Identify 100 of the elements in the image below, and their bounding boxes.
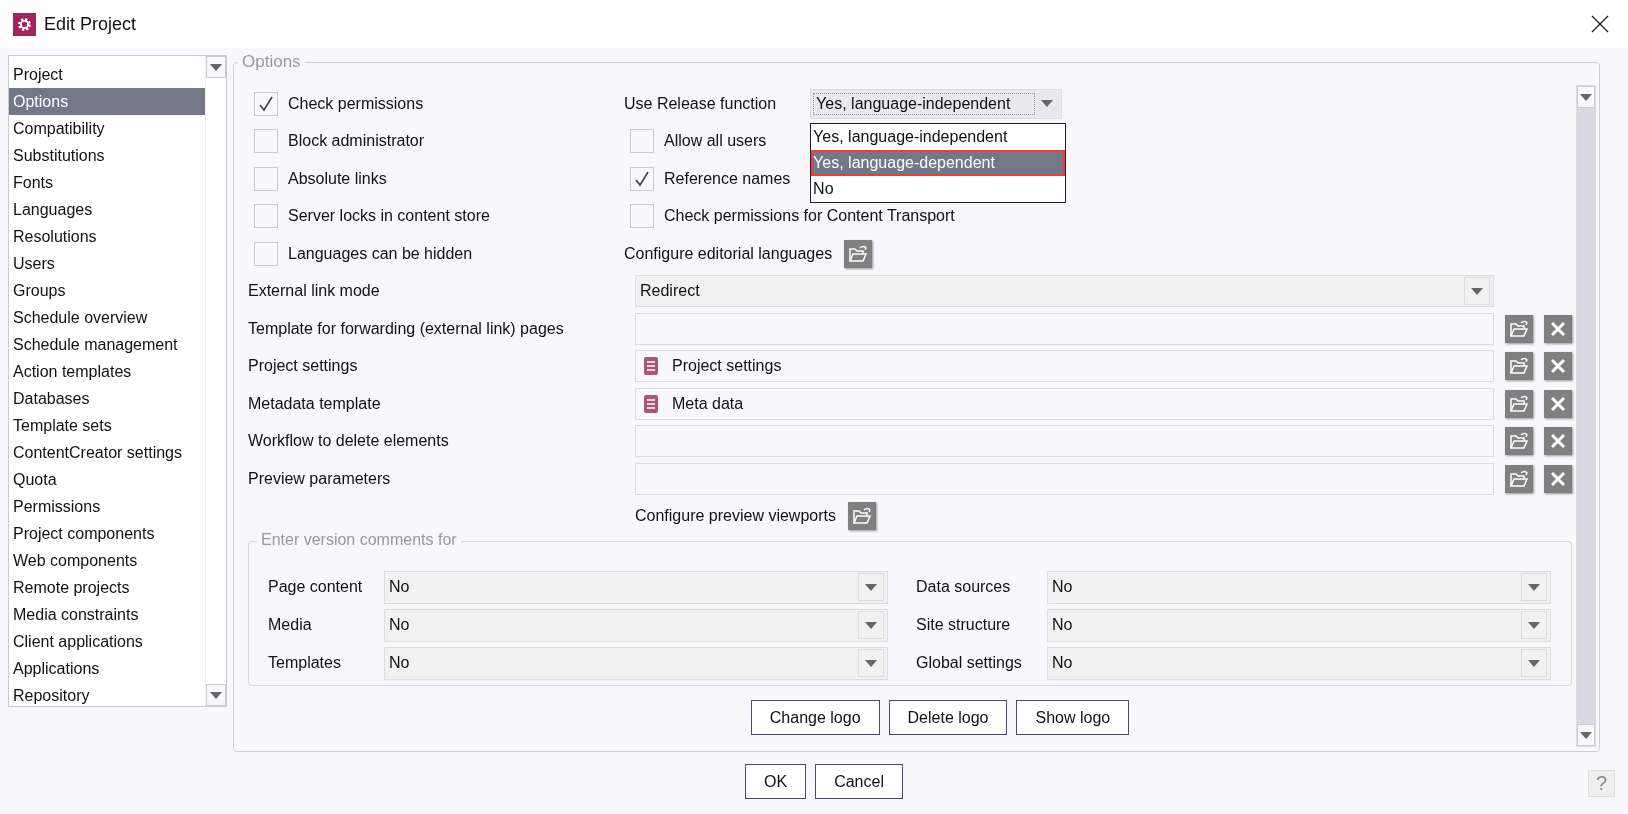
scrollbar[interactable]: [1576, 85, 1596, 747]
input-field[interactable]: Project settings: [635, 350, 1494, 383]
logo-button[interactable]: Show logo: [1016, 700, 1130, 735]
sidebar-item[interactable]: Media constraints: [9, 601, 205, 628]
sidebar-item[interactable]: Repository: [9, 682, 205, 709]
folder-icon: [1509, 394, 1529, 413]
sidebar-item[interactable]: Template sets: [9, 412, 205, 439]
field-value: Meta data: [672, 394, 744, 413]
comment-dropdown[interactable]: No: [1047, 608, 1551, 642]
field-label: Configure editorial languages: [624, 244, 833, 263]
open-button[interactable]: [1505, 427, 1533, 456]
checkbox[interactable]: Check permissions: [248, 90, 430, 117]
sidebar-item[interactable]: Substitutions: [9, 142, 205, 169]
field-label: Media: [268, 616, 313, 634]
caret-icon: [1528, 621, 1540, 629]
clear-button[interactable]: [1544, 352, 1572, 381]
scrollbar[interactable]: [205, 56, 226, 706]
checkbox[interactable]: Allow all users: [624, 128, 773, 155]
clear-button[interactable]: [1544, 464, 1572, 493]
sidebar-item[interactable]: Action templates: [9, 358, 205, 385]
gear-icon: [13, 12, 36, 36]
x-icon: [1550, 395, 1566, 412]
comment-dropdown[interactable]: No: [384, 570, 888, 604]
input-field[interactable]: Meta data: [635, 387, 1494, 420]
sidebar-item[interactable]: Languages: [9, 196, 205, 223]
logo-button[interactable]: Delete logo: [888, 700, 1008, 735]
open-button[interactable]: [1505, 314, 1533, 343]
sidebar-item[interactable]: Applications: [9, 655, 205, 682]
checkbox[interactable]: Check permissions for Content Transport: [624, 203, 961, 230]
sidebar-item[interactable]: Fonts: [9, 169, 205, 196]
open-button[interactable]: [844, 239, 873, 268]
release-dropdown[interactable]: Yes, language-independent: [810, 88, 1063, 119]
dropdown-option[interactable]: Yes, language-independent: [811, 123, 1066, 150]
window-title: Edit Project: [44, 13, 138, 35]
field-label: Preview parameters: [248, 469, 392, 488]
field-label: Metadata template: [248, 394, 382, 413]
comment-dropdown[interactable]: No: [384, 608, 888, 642]
field-value: Project settings: [672, 357, 782, 376]
logo-button[interactable]: Change logo: [750, 700, 880, 735]
x-icon: [1550, 320, 1566, 337]
clear-button[interactable]: [1544, 427, 1572, 456]
sidebar-item[interactable]: Schedule overview: [9, 304, 205, 331]
comment-dropdown[interactable]: No: [1047, 646, 1551, 680]
checkbox[interactable]: Languages can be hidden: [248, 240, 479, 267]
input-field[interactable]: [635, 462, 1494, 495]
sidebar-item[interactable]: Permissions: [9, 493, 205, 520]
checkbox[interactable]: Server locks in content store: [248, 203, 496, 230]
sidebar-item[interactable]: Groups: [9, 277, 205, 304]
sidebar-item[interactable]: ContentCreator settings: [9, 439, 205, 466]
dropdown-option[interactable]: Yes, language-dependent: [811, 149, 1066, 176]
open-button[interactable]: [848, 502, 876, 531]
sidebar-item[interactable]: Project: [9, 61, 205, 88]
sidebar-item[interactable]: Schedule management: [9, 331, 205, 358]
comment-dropdown[interactable]: No: [384, 646, 888, 680]
up-arrow-icon: [1580, 93, 1592, 101]
clear-button[interactable]: [1544, 314, 1572, 343]
document-icon: [644, 357, 658, 376]
folder-icon: [1509, 357, 1529, 376]
folder-icon: [1509, 319, 1529, 338]
folder-icon: [1509, 432, 1529, 451]
field-label: Page content: [268, 578, 364, 596]
sidebar-item[interactable]: Web components: [9, 547, 205, 574]
sidebar-item[interactable]: Remote projects: [9, 574, 205, 601]
up-arrow-icon: [210, 63, 222, 71]
checkbox[interactable]: Reference names: [624, 165, 797, 192]
checkbox[interactable]: Absolute links: [248, 165, 393, 192]
field-label: Use Release function: [624, 94, 777, 113]
sidebar-item[interactable]: Users: [9, 250, 205, 277]
down-arrow-icon: [1580, 731, 1592, 739]
caret-icon: [1528, 583, 1540, 591]
link-mode-dropdown[interactable]: Redirect: [635, 275, 1494, 308]
sidebar-item[interactable]: Compatibility: [9, 115, 205, 142]
x-icon: [1550, 470, 1566, 487]
open-button[interactable]: [1505, 352, 1533, 381]
caret-icon: [865, 659, 877, 667]
dropdown-option[interactable]: No: [811, 175, 1066, 202]
field-label: Workflow to delete elements: [248, 432, 450, 451]
checkbox[interactable]: Block administrator: [248, 128, 431, 155]
sidebar-item[interactable]: Databases: [9, 385, 205, 412]
sidebar-item[interactable]: Options: [9, 88, 205, 115]
dialog-button[interactable]: OK: [745, 764, 807, 799]
caret-icon: [865, 583, 877, 591]
field-label: Site structure: [916, 616, 1012, 634]
sidebar-item[interactable]: Client applications: [9, 628, 205, 655]
dialog-button[interactable]: Cancel: [815, 764, 903, 799]
field-label: Data sources: [916, 578, 1012, 596]
check-icon: [258, 95, 274, 112]
open-button[interactable]: [1505, 389, 1533, 418]
comment-dropdown[interactable]: No: [1047, 570, 1551, 604]
x-icon: [1550, 358, 1566, 375]
input-field[interactable]: [635, 425, 1494, 458]
input-field[interactable]: [635, 312, 1494, 345]
caret-icon: [865, 621, 877, 629]
panel-title: Options: [238, 52, 305, 72]
clear-button[interactable]: [1544, 389, 1572, 418]
open-button[interactable]: [1505, 464, 1533, 493]
document-icon: [644, 394, 658, 413]
sidebar-item[interactable]: Quota: [9, 466, 205, 493]
sidebar-item[interactable]: Resolutions: [9, 223, 205, 250]
sidebar-item[interactable]: Project components: [9, 520, 205, 547]
